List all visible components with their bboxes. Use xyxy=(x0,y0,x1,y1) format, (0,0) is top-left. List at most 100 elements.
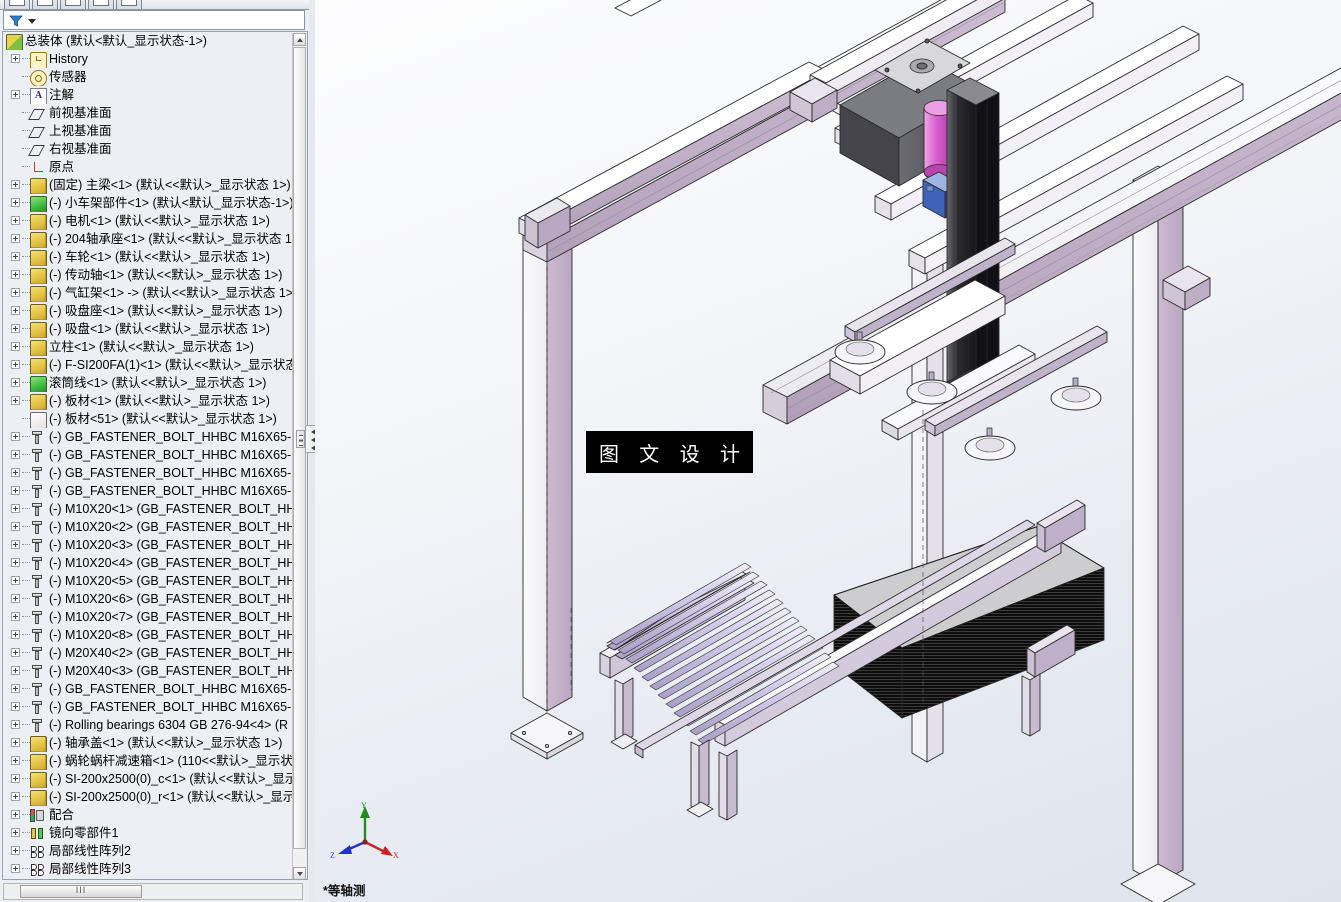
tree-item[interactable]: (-) M10X20<3> (GB_FASTENER_BOLT_HHBC xyxy=(3,536,295,554)
feature-tree[interactable]: 总装体 (默认<默认_显示状态-1>) History 传感器 A 注解 前视基准面 上视基… xyxy=(3,32,295,879)
tree-expand-toggle[interactable] xyxy=(11,864,20,873)
graphics-viewport[interactable]: 图 文 设 计 Y X Z *等轴测 xyxy=(315,0,1341,902)
tree-item[interactable]: 局部线性阵列3 xyxy=(3,860,295,878)
tree-expand-toggle[interactable] xyxy=(11,432,20,441)
tree-item[interactable]: (-) GB_FASTENER_BOLT_HHBC M16X65-N< xyxy=(3,482,295,500)
tree-expand-toggle[interactable] xyxy=(11,720,20,729)
tree-expand-toggle[interactable] xyxy=(11,828,20,837)
scroll-up-arrow[interactable] xyxy=(293,33,306,46)
feature-tree-filter-input[interactable] xyxy=(40,13,302,30)
tree-item[interactable]: (-) 板材<51> (默认<<默认>_显示状态 1>) xyxy=(3,410,295,428)
tree-expand-toggle[interactable] xyxy=(11,702,20,711)
tree-expand-toggle[interactable] xyxy=(11,216,20,225)
tree-expand-toggle[interactable] xyxy=(11,774,20,783)
tree-item[interactable]: 原点 xyxy=(3,158,295,176)
tree-item[interactable]: (-) M10X20<7> (GB_FASTENER_BOLT_HHBC xyxy=(3,608,295,626)
tree-item[interactable]: 前视基准面 xyxy=(3,104,295,122)
tree-item[interactable]: (-) Rolling bearings 6304 GB 276-94<4> (… xyxy=(3,716,295,734)
scroll-down-arrow[interactable] xyxy=(293,867,306,879)
tree-item[interactable]: (-) 吸盘座<1> (默认<<默认>_显示状态 1>) xyxy=(3,302,295,320)
tree-item[interactable]: (-) M10X20<4> (GB_FASTENER_BOLT_HHBC xyxy=(3,554,295,572)
tree-expand-toggle[interactable] xyxy=(11,738,20,747)
tree-item[interactable]: (-) 蜗轮蜗杆减速箱<1> (110<<默认>_显示状态 xyxy=(3,752,295,770)
tree-expand-toggle[interactable] xyxy=(11,234,20,243)
tree-item[interactable]: (-) 吸盘<1> (默认<<默认>_显示状态 1>) xyxy=(3,320,295,338)
tree-expand-toggle[interactable] xyxy=(11,90,20,99)
property-manager-tab[interactable] xyxy=(32,0,58,9)
tree-expand-toggle[interactable] xyxy=(11,522,20,531)
tree-item[interactable]: (-) 气缸架<1> -> (默认<<默认>_显示状态 1> xyxy=(3,284,295,302)
tree-item[interactable]: 右视基准面 xyxy=(3,140,295,158)
tree-expand-toggle[interactable] xyxy=(11,342,20,351)
tree-item[interactable]: (-) GB_FASTENER_BOLT_HHBC M16X65-N< xyxy=(3,698,295,716)
tree-expand-toggle[interactable] xyxy=(11,846,20,855)
tree-item[interactable]: (-) 电机<1> (默认<<默认>_显示状态 1>) xyxy=(3,212,295,230)
tree-expand-toggle[interactable] xyxy=(11,396,20,405)
feature-tree-filter-bar[interactable] xyxy=(3,10,305,30)
tree-expand-toggle[interactable] xyxy=(11,360,20,369)
tree-item[interactable]: (-) 传动轴<1> (默认<<默认>_显示状态 1>) xyxy=(3,266,295,284)
tree-item[interactable]: 传感器 xyxy=(3,68,295,86)
tree-expand-toggle[interactable] xyxy=(11,288,20,297)
tree-item[interactable]: (-) M10X20<8> (GB_FASTENER_BOLT_HHBC xyxy=(3,626,295,644)
tree-expand-toggle[interactable] xyxy=(11,630,20,639)
tree-item[interactable]: History xyxy=(3,50,295,68)
tree-expand-toggle[interactable] xyxy=(11,180,20,189)
tree-expand-toggle[interactable] xyxy=(11,576,20,585)
tree-root-item[interactable]: 总装体 (默认<默认_显示状态-1>) xyxy=(3,32,295,50)
manager-tab-strip[interactable] xyxy=(0,0,310,10)
tree-item[interactable]: 滚筒线<1> (默认<<默认>_显示状态 1>) xyxy=(3,374,295,392)
tree-item[interactable]: (-) M20X40<2> (GB_FASTENER_BOLT_HHBC xyxy=(3,644,295,662)
feature-tree-vertical-scrollbar[interactable] xyxy=(292,33,306,879)
tree-expand-toggle[interactable] xyxy=(11,558,20,567)
tree-item[interactable]: (-) GB_FASTENER_BOLT_HHBC M16X65-N< xyxy=(3,680,295,698)
feature-tree-container[interactable]: 总装体 (默认<默认_显示状态-1>) History 传感器 A 注解 前视基准面 上视基… xyxy=(2,31,308,880)
tree-expand-toggle[interactable] xyxy=(11,270,20,279)
tree-item[interactable]: (-) M10X20<5> (GB_FASTENER_BOLT_HHBC xyxy=(3,572,295,590)
tree-expand-toggle[interactable] xyxy=(11,468,20,477)
tree-item[interactable]: (-) SI-200x2500(0)_r<1> (默认<<默认>_显示 xyxy=(3,788,295,806)
tree-expand-toggle[interactable] xyxy=(11,684,20,693)
feature-tree-horizontal-scrollbar[interactable] xyxy=(3,883,303,900)
tree-expand-toggle[interactable] xyxy=(11,324,20,333)
tree-expand-toggle[interactable] xyxy=(11,252,20,261)
horizontal-scroll-thumb[interactable] xyxy=(20,885,142,898)
tree-expand-toggle[interactable] xyxy=(11,810,20,819)
tree-item[interactable]: 配合 xyxy=(3,806,295,824)
tree-item[interactable]: (固定) 主梁<1> (默认<<默认>_显示状态 1>) xyxy=(3,176,295,194)
tree-expand-toggle[interactable] xyxy=(11,54,20,63)
tree-item[interactable]: (-) 小车架部件<1> (默认<默认_显示状态-1>) xyxy=(3,194,295,212)
tree-item[interactable]: 立柱<1> (默认<<默认>_显示状态 1>) xyxy=(3,338,295,356)
tree-expand-toggle[interactable] xyxy=(11,306,20,315)
tree-expand-toggle[interactable] xyxy=(11,648,20,657)
tree-expand-toggle[interactable] xyxy=(11,450,20,459)
scroll-left-arrow[interactable] xyxy=(5,885,18,898)
tree-item[interactable]: (-) 204轴承座<1> (默认<<默认>_显示状态 1> xyxy=(3,230,295,248)
tree-item[interactable]: (-) 轴承盖<1> (默认<<默认>_显示状态 1>) xyxy=(3,734,295,752)
tree-item[interactable]: 上视基准面 xyxy=(3,122,295,140)
splitter-grip[interactable] xyxy=(296,430,305,448)
tree-item[interactable]: 镜向零部件1 xyxy=(3,824,295,842)
tree-expand-toggle[interactable] xyxy=(11,378,20,387)
tree-expand-toggle[interactable] xyxy=(11,756,20,765)
tree-item[interactable]: 局部线性阵列4 xyxy=(3,878,295,879)
tree-item[interactable]: (-) M10X20<2> (GB_FASTENER_BOLT_HHBC xyxy=(3,518,295,536)
tree-item[interactable]: (-) GB_FASTENER_BOLT_HHBC M16X65-N< xyxy=(3,464,295,482)
feature-manager-tab[interactable] xyxy=(4,0,30,9)
tree-expand-toggle[interactable] xyxy=(11,666,20,675)
tree-item[interactable]: (-) 车轮<1> (默认<<默认>_显示状态 1>) xyxy=(3,248,295,266)
tree-expand-toggle[interactable] xyxy=(11,198,20,207)
configuration-manager-tab[interactable] xyxy=(60,0,86,9)
display-manager-tab[interactable] xyxy=(116,0,142,9)
tree-expand-toggle[interactable] xyxy=(11,792,20,801)
tree-item[interactable]: (-) M10X20<6> (GB_FASTENER_BOLT_HHBC xyxy=(3,590,295,608)
tree-item[interactable]: (-) GB_FASTENER_BOLT_HHBC M16X65-N< xyxy=(3,428,295,446)
cad-model-3d-view[interactable] xyxy=(315,0,1341,902)
chevron-down-icon[interactable] xyxy=(28,19,36,24)
tree-item[interactable]: A 注解 xyxy=(3,86,295,104)
tree-expand-toggle[interactable] xyxy=(11,594,20,603)
tree-item[interactable]: (-) M20X40<3> (GB_FASTENER_BOLT_HHBC xyxy=(3,662,295,680)
dim-xpert-manager-tab[interactable] xyxy=(88,0,114,9)
tree-item[interactable]: (-) 板材<1> (默认<<默认>_显示状态 1>) xyxy=(3,392,295,410)
tree-item[interactable]: (-) SI-200x2500(0)_c<1> (默认<<默认>_显示 xyxy=(3,770,295,788)
